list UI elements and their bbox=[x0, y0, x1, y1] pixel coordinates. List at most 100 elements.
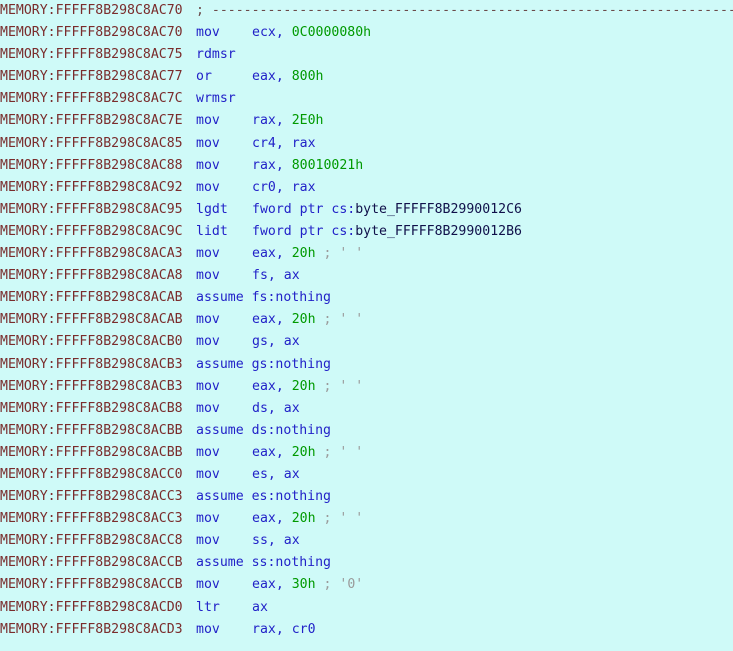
disassembly-line[interactable]: MEMORY:FFFFF8B298C8ACCB mov eax, 30h ; '0' bbox=[0, 574, 733, 596]
operand-register[interactable]: eax, bbox=[252, 69, 284, 84]
operand-symbol-name[interactable]: byte_FFFFF8B2990012C6 bbox=[355, 202, 522, 217]
disassembly-line[interactable]: MEMORY:FFFFF8B298C8ACC8 mov ss, ax bbox=[0, 530, 733, 552]
operand-register[interactable]: cr0, rax bbox=[252, 180, 316, 195]
line-address: MEMORY:FFFFF8B298C8ACC3 bbox=[0, 489, 183, 505]
operand-immediate[interactable]: 30h bbox=[292, 577, 316, 592]
instruction-mnemonic[interactable]: rdmsr bbox=[196, 44, 252, 66]
disassembly-line[interactable]: MEMORY:FFFFF8B298C8ACBB assume ds:nothing bbox=[0, 420, 733, 442]
instruction-mnemonic[interactable]: wrmsr bbox=[196, 88, 252, 110]
inline-comment[interactable]: ; ' ' bbox=[324, 312, 364, 327]
inline-comment[interactable]: ; ' ' bbox=[324, 246, 364, 261]
operand-size-prefix: fword ptr cs: bbox=[252, 223, 356, 239]
operand-register[interactable]: es, ax bbox=[252, 467, 300, 482]
line-address: MEMORY:FFFFF8B298C8ACCB bbox=[0, 577, 183, 593]
operand-register[interactable]: ss, ax bbox=[252, 533, 300, 548]
disassembly-line[interactable]: MEMORY:FFFFF8B298C8ACB3 assume gs:nothing bbox=[0, 354, 733, 376]
instruction-mnemonic[interactable]: mov bbox=[196, 464, 252, 486]
operand-register[interactable]: rax, bbox=[252, 158, 284, 173]
operand-register[interactable]: eax, bbox=[252, 577, 284, 592]
disassembly-line[interactable]: MEMORY:FFFFF8B298C8AC88 mov rax, 80010021h bbox=[0, 155, 733, 177]
line-address: MEMORY:FFFFF8B298C8AC75 bbox=[0, 47, 183, 63]
operand-immediate[interactable]: 80010021h bbox=[292, 158, 363, 173]
operand-immediate[interactable]: 800h bbox=[292, 69, 324, 84]
disassembly-line[interactable]: MEMORY:FFFFF8B298C8ACB3 mov eax, 20h ; ' ' bbox=[0, 376, 733, 398]
disassembly-line[interactable]: MEMORY:FFFFF8B298C8ACC0 mov es, ax bbox=[0, 464, 733, 486]
disassembly-view[interactable]: MEMORY:FFFFF8B298C8AC70 ; ---------------… bbox=[0, 0, 733, 651]
operand-immediate[interactable]: 20h bbox=[292, 312, 316, 327]
disassembly-line[interactable]: MEMORY:FFFFF8B298C8AC70 ; ---------------… bbox=[0, 0, 733, 22]
operand-immediate[interactable]: 20h bbox=[292, 246, 316, 261]
instruction-mnemonic[interactable]: lidt bbox=[196, 221, 252, 243]
operand-immediate[interactable]: 20h bbox=[292, 379, 316, 394]
instruction-mnemonic[interactable]: mov bbox=[196, 442, 252, 464]
assume-directive: assume bbox=[196, 356, 244, 372]
operand-register[interactable]: eax, bbox=[252, 246, 284, 261]
disassembly-line[interactable]: MEMORY:FFFFF8B298C8ACAB assume fs:nothing bbox=[0, 287, 733, 309]
disassembly-line[interactable]: MEMORY:FFFFF8B298C8ACAB mov eax, 20h ; ' ' bbox=[0, 309, 733, 331]
instruction-mnemonic[interactable]: mov bbox=[196, 243, 252, 265]
inline-comment[interactable]: ; ' ' bbox=[324, 379, 364, 394]
operand-register[interactable]: cr4, rax bbox=[252, 136, 316, 151]
instruction-mnemonic[interactable]: mov bbox=[196, 398, 252, 420]
disassembly-line[interactable]: MEMORY:FFFFF8B298C8AC70 mov ecx, 0C0000080… bbox=[0, 22, 733, 44]
operand-register[interactable]: eax, bbox=[252, 511, 284, 526]
operand-immediate[interactable]: 0C0000080h bbox=[292, 25, 371, 40]
disassembly-line[interactable]: MEMORY:FFFFF8B298C8ACCB assume ss:nothing bbox=[0, 552, 733, 574]
operand-immediate[interactable]: 20h bbox=[292, 511, 316, 526]
disassembly-line[interactable]: MEMORY:FFFFF8B298C8ACBB mov eax, 20h ; ' ' bbox=[0, 442, 733, 464]
operand-register[interactable]: eax, bbox=[252, 445, 284, 460]
instruction-mnemonic[interactable]: mov bbox=[196, 155, 252, 177]
instruction-mnemonic[interactable]: or bbox=[196, 66, 252, 88]
disassembly-line[interactable]: MEMORY:FFFFF8B298C8AC7E mov rax, 2E0h bbox=[0, 110, 733, 132]
assume-directive: assume bbox=[196, 422, 244, 438]
inline-comment[interactable]: ; ' ' bbox=[324, 445, 364, 460]
inline-comment[interactable]: ; '0' bbox=[324, 577, 364, 592]
disassembly-line[interactable]: MEMORY:FFFFF8B298C8AC7C wrmsr bbox=[0, 88, 733, 110]
operand-register[interactable]: ecx, bbox=[252, 25, 284, 40]
disassembly-line[interactable]: MEMORY:FFFFF8B298C8ACC3 assume es:nothing bbox=[0, 486, 733, 508]
instruction-mnemonic[interactable]: mov bbox=[196, 619, 252, 641]
instruction-mnemonic[interactable]: lgdt bbox=[196, 199, 252, 221]
operand-register[interactable]: gs, ax bbox=[252, 334, 300, 349]
operand-register[interactable]: ax bbox=[252, 600, 268, 615]
instruction-mnemonic[interactable]: mov bbox=[196, 530, 252, 552]
instruction-mnemonic[interactable]: mov bbox=[196, 110, 252, 132]
disassembly-line[interactable]: MEMORY:FFFFF8B298C8ACB8 mov ds, ax bbox=[0, 398, 733, 420]
inline-comment[interactable]: ; ' ' bbox=[324, 511, 364, 526]
disassembly-line[interactable]: MEMORY:FFFFF8B298C8ACC3 mov eax, 20h ; ' ' bbox=[0, 508, 733, 530]
line-address: MEMORY:FFFFF8B298C8AC88 bbox=[0, 157, 183, 173]
disassembly-line[interactable]: MEMORY:FFFFF8B298C8AC77 or eax, 800h bbox=[0, 66, 733, 88]
line-address: MEMORY:FFFFF8B298C8ACB0 bbox=[0, 334, 183, 350]
operand-symbol-name[interactable]: byte_FFFFF8B2990012B6 bbox=[355, 224, 522, 239]
operand-immediate[interactable]: 2E0h bbox=[292, 113, 324, 128]
instruction-mnemonic[interactable]: mov bbox=[196, 309, 252, 331]
disassembly-line[interactable]: MEMORY:FFFFF8B298C8AC95 lgdt fword ptr cs:… bbox=[0, 199, 733, 221]
instruction-mnemonic[interactable]: mov bbox=[196, 177, 252, 199]
instruction-mnemonic[interactable]: mov bbox=[196, 376, 252, 398]
disassembly-line[interactable]: MEMORY:FFFFF8B298C8AC75 rdmsr bbox=[0, 44, 733, 66]
assume-operand: gs:nothing bbox=[251, 356, 331, 372]
disassembly-line[interactable]: MEMORY:FFFFF8B298C8AC9C lidt fword ptr cs:… bbox=[0, 221, 733, 243]
disassembly-line[interactable]: MEMORY:FFFFF8B298C8AC85 mov cr4, rax bbox=[0, 133, 733, 155]
instruction-mnemonic[interactable]: mov bbox=[196, 22, 252, 44]
operand-register[interactable]: rax, cr0 bbox=[252, 622, 316, 637]
operand-register[interactable]: rax, bbox=[252, 113, 284, 128]
disassembly-line[interactable]: MEMORY:FFFFF8B298C8ACD0 ltr ax bbox=[0, 597, 733, 619]
instruction-mnemonic[interactable]: mov bbox=[196, 133, 252, 155]
disassembly-line[interactable]: MEMORY:FFFFF8B298C8ACA3 mov eax, 20h ; ' ' bbox=[0, 243, 733, 265]
instruction-mnemonic[interactable]: mov bbox=[196, 331, 252, 353]
operand-register[interactable]: eax, bbox=[252, 312, 284, 327]
operand-register[interactable]: eax, bbox=[252, 379, 284, 394]
disassembly-line[interactable]: MEMORY:FFFFF8B298C8ACD3 mov rax, cr0 bbox=[0, 619, 733, 641]
disassembly-line[interactable]: MEMORY:FFFFF8B298C8ACB0 mov gs, ax bbox=[0, 331, 733, 353]
disassembly-line[interactable]: MEMORY:FFFFF8B298C8ACA8 mov fs, ax bbox=[0, 265, 733, 287]
instruction-mnemonic[interactable]: mov bbox=[196, 574, 252, 596]
operand-register[interactable]: fs, ax bbox=[252, 268, 300, 283]
operand-register[interactable]: ds, ax bbox=[252, 401, 300, 416]
disassembly-line[interactable]: MEMORY:FFFFF8B298C8AC92 mov cr0, rax bbox=[0, 177, 733, 199]
instruction-mnemonic[interactable]: mov bbox=[196, 508, 252, 530]
line-address: MEMORY:FFFFF8B298C8ACA3 bbox=[0, 246, 183, 262]
instruction-mnemonic[interactable]: ltr bbox=[196, 597, 252, 619]
operand-immediate[interactable]: 20h bbox=[292, 445, 316, 460]
instruction-mnemonic[interactable]: mov bbox=[196, 265, 252, 287]
